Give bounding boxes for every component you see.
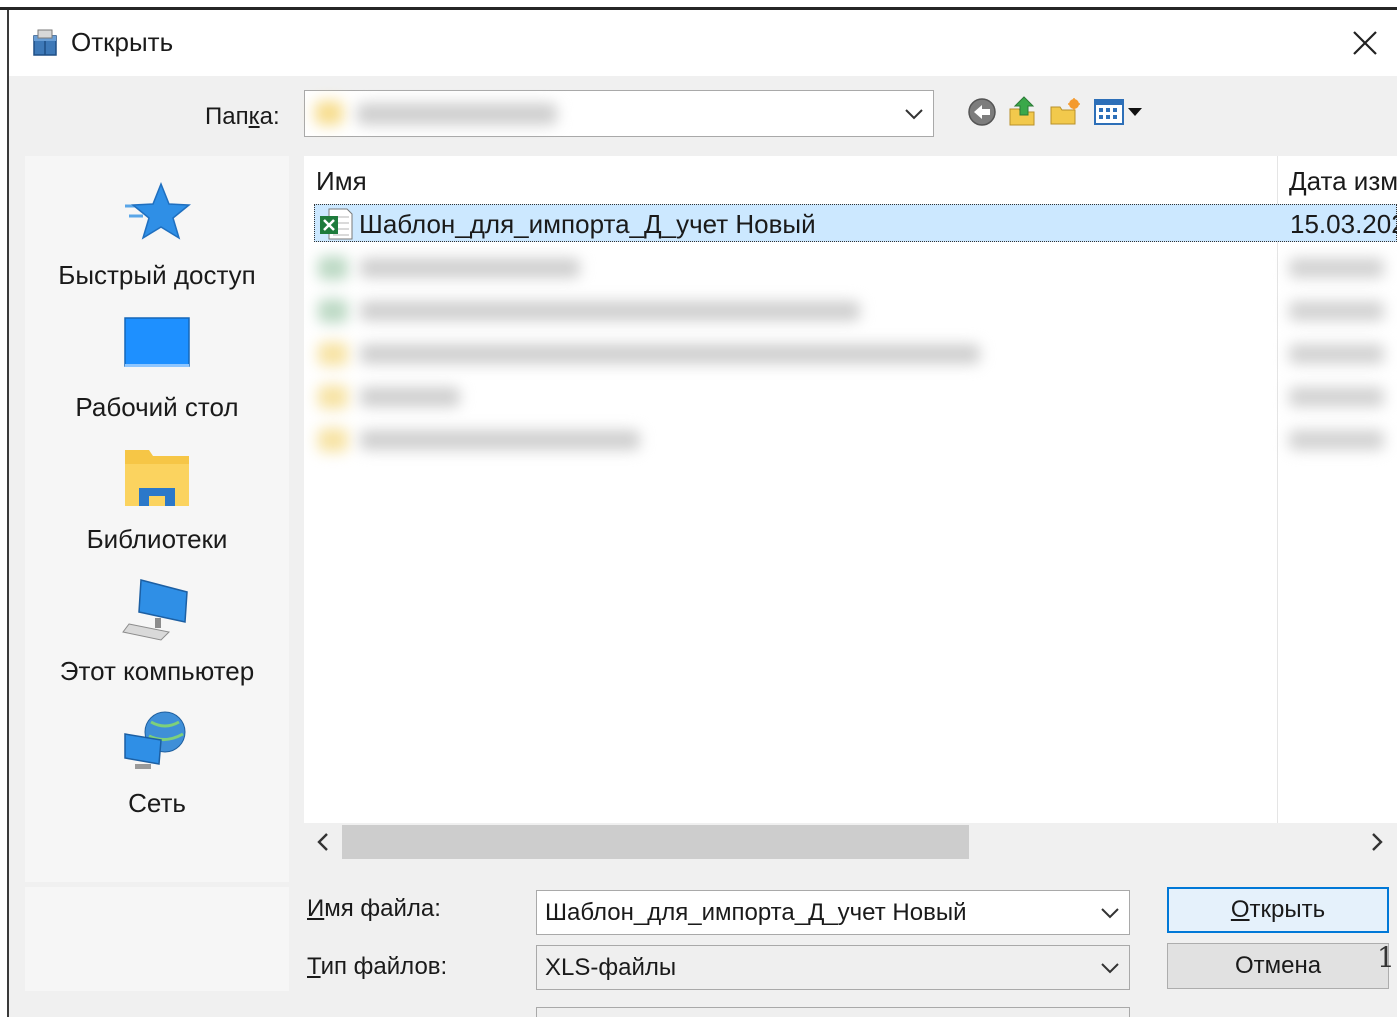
file-row-redacted[interactable] [314, 377, 1397, 415]
place-this-computer[interactable]: Этот компьютер [25, 570, 289, 698]
file-date: 15.03.202 [1290, 209, 1397, 239]
folder-icon-redacted [318, 342, 348, 366]
back-icon[interactable] [966, 95, 998, 129]
file-list[interactable]: Имя Дата изм Шаблон_для_импорта_Д_учет Н… [304, 156, 1397, 823]
filename-input[interactable]: Шаблон_для_импорта_Д_учет Новый [545, 899, 966, 927]
filetype-value: XLS-файлы [545, 953, 677, 981]
open-button-label: ткрыть [1249, 896, 1326, 923]
open-button[interactable]: Открыть [1167, 887, 1389, 933]
column-header-name[interactable]: Имя [316, 166, 367, 197]
open-box-icon [33, 29, 57, 56]
place-desktop[interactable]: Рабочий стол [25, 306, 289, 434]
edge-partial-glyph: 1 [1377, 941, 1395, 974]
look-in-label-colon: а: [259, 103, 280, 130]
chevron-down-icon [1101, 962, 1119, 973]
extra-combobox-partial [536, 1007, 1130, 1017]
file-date-redacted [1289, 301, 1384, 321]
file-date-redacted [1289, 387, 1384, 407]
folder-icon-redacted [318, 428, 348, 452]
file-row-redacted[interactable] [314, 334, 1397, 372]
place-label: Сеть [128, 788, 186, 818]
file-name-redacted [360, 344, 980, 364]
column-header-date[interactable]: Дата изм [1289, 166, 1397, 197]
horizontal-scrollbar[interactable] [304, 823, 1397, 861]
dialog-title: Открыть [71, 27, 174, 57]
file-date-redacted [1289, 258, 1384, 278]
computer-icon [122, 579, 188, 641]
open-button-accelerator: О [1230, 896, 1250, 923]
place-libraries[interactable]: Библиотеки [25, 438, 289, 566]
cancel-button[interactable]: Отмена [1167, 943, 1389, 989]
filename-combobox[interactable]: Шаблон_для_импорта_Д_учет Новый [536, 890, 1130, 935]
cancel-button-label: Отмена [1234, 952, 1322, 979]
view-menu-icon[interactable] [1093, 95, 1149, 129]
filename-label-text: мя файла: [324, 895, 441, 922]
places-bar: Быстрый доступ Рабочий стол Библиотеки Э… [25, 156, 289, 882]
file-name-redacted [360, 258, 580, 278]
filetype-label: Тип файлов: [307, 953, 447, 981]
redacted-folder-name [357, 103, 557, 125]
screen-top-edge [0, 0, 1397, 10]
scroll-right-icon[interactable] [1364, 829, 1390, 855]
file-name-redacted [360, 430, 640, 450]
place-label: Рабочий стол [75, 392, 239, 422]
excel-file-icon [320, 208, 353, 240]
up-folder-icon[interactable] [1007, 95, 1039, 129]
file-name-redacted [360, 301, 860, 321]
file-icon-redacted [318, 256, 348, 280]
file-icon-redacted [318, 299, 348, 323]
place-label: Библиотеки [86, 524, 228, 554]
file-row-redacted[interactable] [314, 291, 1397, 329]
place-network[interactable]: Сеть [25, 702, 289, 830]
look-in-label-text: Пап [205, 103, 249, 130]
places-bar-footer [25, 887, 289, 991]
look-in-label: Папка: [205, 103, 280, 131]
libraries-icon [125, 450, 189, 506]
scroll-left-icon[interactable] [310, 829, 336, 855]
folder-icon-redacted [318, 385, 348, 409]
new-folder-icon[interactable] [1049, 95, 1081, 129]
close-button[interactable] [1339, 19, 1391, 67]
file-date-redacted [1289, 430, 1384, 450]
file-row-redacted[interactable] [314, 248, 1397, 286]
chevron-down-icon[interactable] [1099, 906, 1121, 920]
file-name: Шаблон_для_импорта_Д_учет Новый [359, 209, 816, 239]
folder-icon [315, 101, 343, 125]
filetype-label-text: ип файлов: [320, 953, 448, 980]
close-icon [1353, 31, 1377, 55]
network-icon [124, 711, 186, 769]
filetype-combobox[interactable]: XLS-файлы [536, 945, 1130, 990]
chevron-down-icon [905, 108, 923, 119]
filename-label: Имя файла: [307, 895, 441, 923]
place-label: Быстрый доступ [58, 260, 256, 290]
filetype-label-accelerator: Т [307, 953, 321, 980]
open-file-dialog: Открыть Папка: Быстрый доступ Рабочий ст… [9, 13, 1397, 1017]
desktop-icon [124, 317, 190, 367]
place-quick-access[interactable]: Быстрый доступ [25, 174, 289, 302]
quick-access-star-icon [125, 181, 191, 240]
look-in-label-accelerator: к [248, 103, 260, 130]
file-row-selected[interactable]: Шаблон_для_импорта_Д_учет Новый 15.03.20… [314, 204, 1397, 242]
title-bar: Открыть [9, 13, 1397, 76]
filename-label-accelerator: И [307, 895, 325, 922]
file-row-redacted[interactable] [314, 420, 1397, 458]
place-label: Этот компьютер [59, 656, 255, 686]
file-name-redacted [360, 387, 460, 407]
look-in-combobox[interactable] [304, 90, 934, 137]
scrollbar-thumb[interactable] [342, 825, 969, 859]
file-date-redacted [1289, 344, 1384, 364]
